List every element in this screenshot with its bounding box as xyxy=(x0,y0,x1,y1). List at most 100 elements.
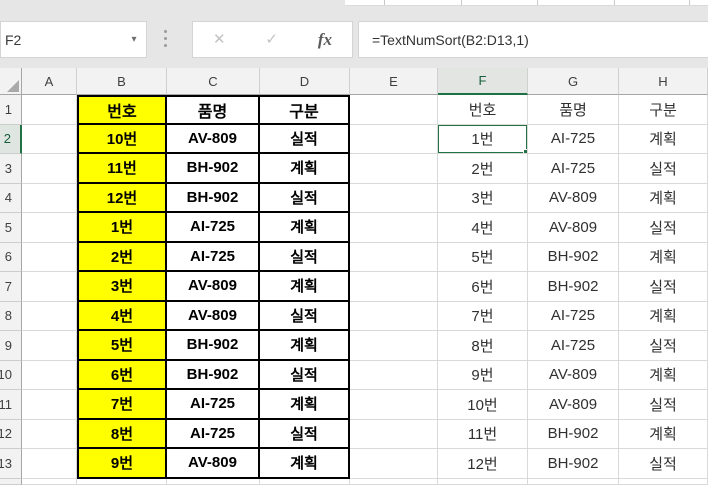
cell-H8[interactable]: 계획 xyxy=(619,301,708,331)
cell-A8[interactable] xyxy=(22,301,77,331)
formula-bar-input[interactable]: =TextNumSort(B2:D13,1) xyxy=(358,21,708,58)
cell-C4[interactable]: BH-902 xyxy=(167,183,260,213)
cell-D14[interactable] xyxy=(260,478,350,485)
cell-D1[interactable]: 구분 xyxy=(260,95,350,125)
column-header-G[interactable]: G xyxy=(528,68,619,95)
row-header-12[interactable]: 12 xyxy=(0,419,22,449)
cell-C1[interactable]: 품명 xyxy=(167,95,260,125)
row-header-14[interactable]: 14 xyxy=(0,478,22,485)
cell-B14[interactable] xyxy=(77,478,167,485)
row-header-9[interactable]: 9 xyxy=(0,331,22,361)
cell-A5[interactable] xyxy=(22,213,77,243)
column-header-B[interactable]: B xyxy=(77,68,167,95)
row-header-10[interactable]: 10 xyxy=(0,360,22,390)
column-header-H[interactable]: H xyxy=(619,68,708,95)
cell-F3[interactable]: 2번 xyxy=(438,154,528,184)
cell-B8[interactable]: 4번 xyxy=(77,301,167,331)
cell-D3[interactable]: 계획 xyxy=(260,154,350,184)
cell-E2[interactable] xyxy=(350,124,438,154)
cell-E8[interactable] xyxy=(350,301,438,331)
cell-G13[interactable]: BH-902 xyxy=(528,449,619,479)
row-header-4[interactable]: 4 xyxy=(0,183,22,213)
cell-H9[interactable]: 실적 xyxy=(619,331,708,361)
column-header-C[interactable]: C xyxy=(167,68,260,95)
cell-C7[interactable]: AV-809 xyxy=(167,272,260,302)
cell-G9[interactable]: AI-725 xyxy=(528,331,619,361)
select-all-corner[interactable] xyxy=(0,68,22,95)
column-header-A[interactable]: A xyxy=(22,68,77,95)
cell-D4[interactable]: 실적 xyxy=(260,183,350,213)
cell-E3[interactable] xyxy=(350,154,438,184)
cancel-icon[interactable]: ✕ xyxy=(213,32,226,47)
cell-D13[interactable]: 계획 xyxy=(260,449,350,479)
row-header-2[interactable]: 2 xyxy=(0,124,22,154)
cell-H1[interactable]: 구분 xyxy=(619,95,708,125)
cell-B6[interactable]: 2번 xyxy=(77,242,167,272)
cell-E9[interactable] xyxy=(350,331,438,361)
cell-D6[interactable]: 실적 xyxy=(260,242,350,272)
row-header-8[interactable]: 8 xyxy=(0,301,22,331)
cell-H3[interactable]: 실적 xyxy=(619,154,708,184)
cell-B7[interactable]: 3번 xyxy=(77,272,167,302)
cell-A6[interactable] xyxy=(22,242,77,272)
cell-F14[interactable] xyxy=(438,478,528,485)
cell-F7[interactable]: 6번 xyxy=(438,272,528,302)
cell-F8[interactable]: 7번 xyxy=(438,301,528,331)
cell-D2[interactable]: 실적 xyxy=(260,124,350,154)
cell-A12[interactable] xyxy=(22,419,77,449)
cell-G4[interactable]: AV-809 xyxy=(528,183,619,213)
cell-G14[interactable] xyxy=(528,478,619,485)
row-header-6[interactable]: 6 xyxy=(0,242,22,272)
cell-H11[interactable]: 실적 xyxy=(619,390,708,420)
cell-G6[interactable]: BH-902 xyxy=(528,242,619,272)
cell-A10[interactable] xyxy=(22,360,77,390)
cell-C9[interactable]: BH-902 xyxy=(167,331,260,361)
cell-E14[interactable] xyxy=(350,478,438,485)
cell-E11[interactable] xyxy=(350,390,438,420)
cell-C2[interactable]: AV-809 xyxy=(167,124,260,154)
cell-H2[interactable]: 계획 xyxy=(619,124,708,154)
enter-icon[interactable]: ✓ xyxy=(265,32,278,47)
cell-E5[interactable] xyxy=(350,213,438,243)
cell-F9[interactable]: 8번 xyxy=(438,331,528,361)
cell-G8[interactable]: AI-725 xyxy=(528,301,619,331)
cell-A9[interactable] xyxy=(22,331,77,361)
name-box[interactable]: F2 ▾ xyxy=(0,21,147,58)
cell-B3[interactable]: 11번 xyxy=(77,154,167,184)
cell-B4[interactable]: 12번 xyxy=(77,183,167,213)
cell-G11[interactable]: AV-809 xyxy=(528,390,619,420)
cell-A14[interactable] xyxy=(22,478,77,485)
cell-D8[interactable]: 실적 xyxy=(260,301,350,331)
cell-F13[interactable]: 12번 xyxy=(438,449,528,479)
cell-F12[interactable]: 11번 xyxy=(438,419,528,449)
cell-F11[interactable]: 10번 xyxy=(438,390,528,420)
cell-C10[interactable]: BH-902 xyxy=(167,360,260,390)
cell-H10[interactable]: 계획 xyxy=(619,360,708,390)
name-box-dropdown-icon[interactable]: ▾ xyxy=(122,34,146,45)
cell-A11[interactable] xyxy=(22,390,77,420)
cell-G3[interactable]: AI-725 xyxy=(528,154,619,184)
row-header-7[interactable]: 7 xyxy=(0,272,22,302)
cell-H6[interactable]: 계획 xyxy=(619,242,708,272)
cell-B1[interactable]: 번호 xyxy=(77,95,167,125)
row-header-13[interactable]: 13 xyxy=(0,449,22,479)
cell-H14[interactable] xyxy=(619,478,708,485)
cell-B9[interactable]: 5번 xyxy=(77,331,167,361)
cell-C8[interactable]: AV-809 xyxy=(167,301,260,331)
cell-D10[interactable]: 실적 xyxy=(260,360,350,390)
cell-C5[interactable]: AI-725 xyxy=(167,213,260,243)
cell-E6[interactable] xyxy=(350,242,438,272)
row-header-3[interactable]: 3 xyxy=(0,154,22,184)
cell-A7[interactable] xyxy=(22,272,77,302)
cell-F6[interactable]: 5번 xyxy=(438,242,528,272)
cell-D12[interactable]: 실적 xyxy=(260,419,350,449)
cell-E12[interactable] xyxy=(350,419,438,449)
cell-E1[interactable] xyxy=(350,95,438,125)
cell-C13[interactable]: AV-809 xyxy=(167,449,260,479)
cell-D9[interactable]: 계획 xyxy=(260,331,350,361)
cell-A4[interactable] xyxy=(22,183,77,213)
cell-B5[interactable]: 1번 xyxy=(77,213,167,243)
cell-F10[interactable]: 9번 xyxy=(438,360,528,390)
cell-E13[interactable] xyxy=(350,449,438,479)
cell-D11[interactable]: 계획 xyxy=(260,390,350,420)
